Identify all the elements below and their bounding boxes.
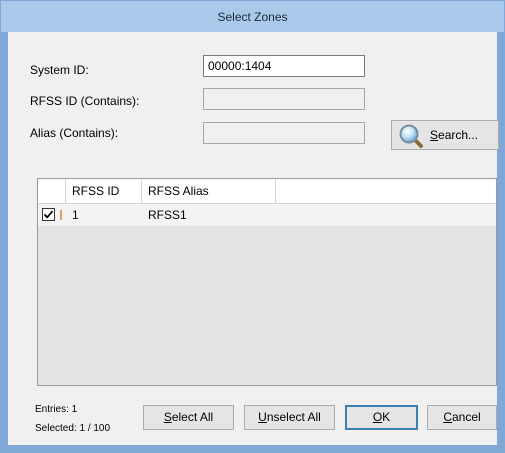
zones-grid[interactable]: RFSS ID RFSS Alias 1 RFSS1 <box>37 178 497 386</box>
cancel-button[interactable]: Cancel <box>427 405 497 430</box>
unselect-all-button[interactable]: Unselect All <box>244 405 335 430</box>
row-checkbox[interactable] <box>42 208 55 221</box>
row-indicator <box>60 210 62 220</box>
entries-count: Entries: 1 <box>35 404 78 415</box>
header-rfss-alias[interactable]: RFSS Alias <box>142 179 276 203</box>
checkmark-icon <box>43 210 54 219</box>
select-all-button[interactable]: Select All <box>143 405 234 430</box>
title-bar[interactable]: Select Zones <box>1 1 504 32</box>
grid-header: RFSS ID RFSS Alias <box>38 179 496 204</box>
window-title: Select Zones <box>217 10 288 24</box>
header-select-column <box>38 179 66 203</box>
system-id-field[interactable]: 00000:1404 <box>203 55 365 77</box>
dialog-client-area: System ID: 00000:1404 RFSS ID (Contains)… <box>8 32 499 445</box>
cell-rfss-id: 1 <box>72 208 79 222</box>
selected-count: Selected: 1 / 100 <box>35 423 111 434</box>
header-rfss-id[interactable]: RFSS ID <box>66 179 142 203</box>
magnifier-icon <box>398 123 424 149</box>
system-id-label: System ID: <box>30 63 89 77</box>
search-button[interactable]: Search... <box>391 120 499 150</box>
cell-rfss-alias: RFSS1 <box>148 208 187 222</box>
ok-button[interactable]: OK <box>345 405 418 430</box>
alias-label: Alias (Contains): <box>30 126 119 140</box>
search-button-label: Search... <box>430 128 479 142</box>
select-zones-dialog: Select Zones System ID: 00000:1404 RFSS … <box>0 0 505 453</box>
rfss-id-label: RFSS ID (Contains): <box>30 94 140 108</box>
alias-field[interactable] <box>203 122 365 144</box>
table-row[interactable]: 1 RFSS1 <box>38 204 496 226</box>
rfss-id-field[interactable] <box>203 88 365 110</box>
